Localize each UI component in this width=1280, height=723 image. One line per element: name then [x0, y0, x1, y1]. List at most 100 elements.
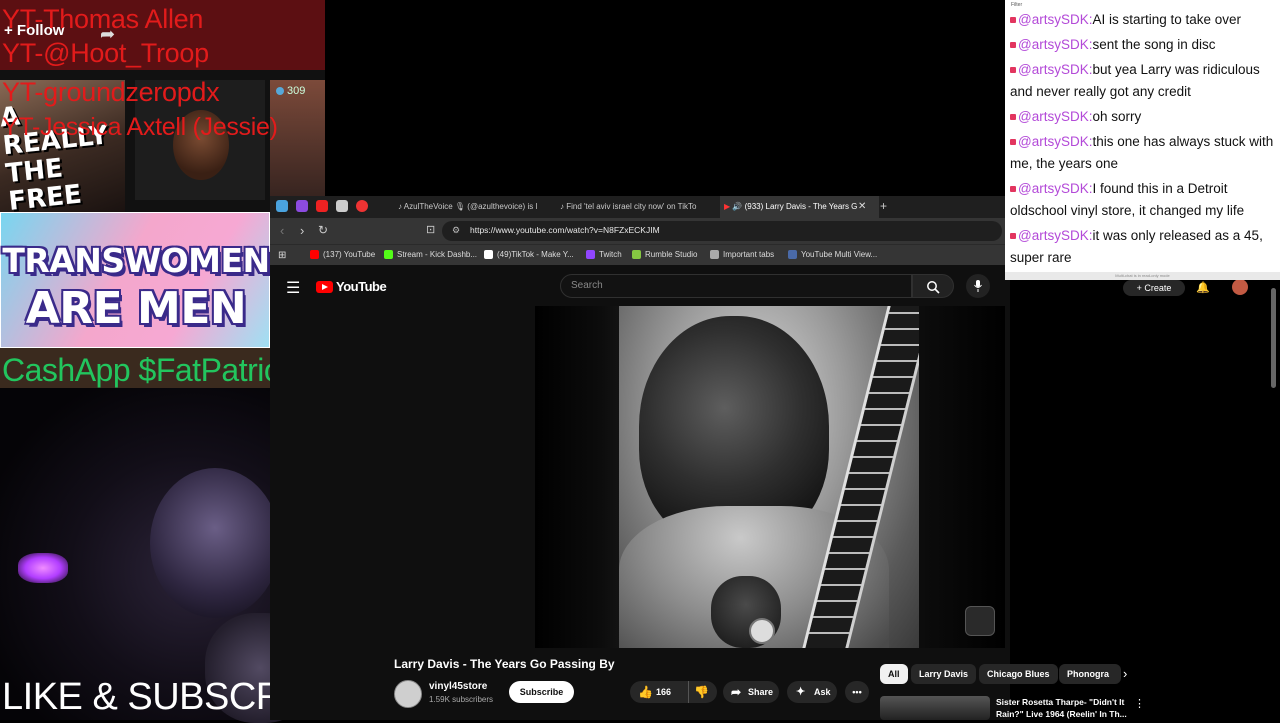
chat-username: @artsySDK:: [1018, 228, 1093, 243]
logo-text: YouTube: [336, 279, 387, 294]
bookmark-kick[interactable]: Stream - Kick Dashb...: [384, 250, 477, 259]
bookmark-label: YouTube Multi View...: [801, 250, 878, 259]
address-bar[interactable]: ⚙ https://www.youtube.com/watch?v=N8FZxE…: [442, 221, 1002, 241]
dislike-icon[interactable]: 👎: [694, 681, 709, 703]
new-tab-icon[interactable]: +: [880, 199, 887, 213]
video-title: Larry Davis - The Years Go Passing By: [394, 657, 615, 671]
youtube-badge-icon: [1010, 114, 1016, 120]
youtube-icon: ▶: [724, 202, 731, 211]
reload-icon[interactable]: ↻: [318, 223, 328, 237]
bookmark-multiview[interactable]: YouTube Multi View...: [788, 250, 877, 259]
viewer-count: 309: [287, 85, 306, 97]
apps-grid-icon[interactable]: ⊞: [278, 250, 286, 261]
youtube-logo[interactable]: YouTube: [316, 279, 387, 294]
forward-icon[interactable]: ›: [300, 223, 304, 238]
sparkle-icon: ✦: [796, 686, 806, 698]
subscriber-count: 1.59K subscribers: [429, 695, 494, 704]
recommended-title[interactable]: Sister Rosetta Tharpe- "Didn't It Rain?"…: [996, 696, 1136, 720]
url-text[interactable]: https://www.youtube.com/watch?v=N8FZxECK…: [470, 225, 660, 235]
video-thumbnail: [270, 80, 325, 200]
tab-youtube-active[interactable]: ▶ 🔊 (933) Larry Davis - The Years G: [720, 196, 879, 218]
tab-bar: ♪ AzulTheVoice 🎙 (@azulthevoice) is l ♪ …: [270, 196, 1010, 218]
youtube-play-icon: [316, 280, 333, 293]
pinned-tab-icon[interactable]: [296, 200, 308, 212]
chip-phonograph[interactable]: Phonogra: [1059, 664, 1121, 684]
headset-light: [18, 553, 68, 583]
chat-username: @artsySDK:: [1018, 12, 1093, 27]
pinned-tab-icon[interactable]: [276, 200, 288, 212]
more-actions-button[interactable]: •••: [845, 681, 869, 703]
chat-message: @artsySDK:but yea Larry was ridiculous a…: [1010, 59, 1275, 103]
bookmarks-bar: ⊞ (137) YouTube Stream - Kick Dashb... (…: [270, 244, 1010, 265]
ask-label: Ask: [814, 687, 831, 697]
chat-text: AI is starting to take over: [1092, 12, 1242, 27]
chat-overlay: Filter @artsySDK:AI is starting to take …: [1005, 0, 1280, 272]
tab-azulthevoice[interactable]: ♪ AzulTheVoice 🎙 (@azulthevoice) is l: [398, 196, 548, 218]
bookmark-label: Important tabs: [723, 250, 775, 259]
bookmark-label: (137) YouTube: [323, 250, 376, 259]
chat-text: sent the song in disc: [1092, 37, 1216, 52]
search-button[interactable]: [912, 274, 954, 298]
chevron-right-icon[interactable]: ›: [1123, 666, 1127, 681]
close-tab-icon[interactable]: ✕: [858, 201, 866, 212]
create-button[interactable]: + Create: [1123, 280, 1185, 296]
youtube-badge-icon: [1010, 233, 1016, 239]
tiktok-icon: [484, 250, 493, 259]
channel-watermark-icon[interactable]: [965, 606, 995, 636]
site-info-icon[interactable]: ⚙: [452, 225, 460, 236]
bookmark-folder[interactable]: Important tabs: [710, 250, 774, 259]
channel-name[interactable]: vinyl45store: [429, 681, 487, 692]
recommended-thumbnail[interactable]: [880, 696, 990, 720]
youtube-badge-icon: [1010, 139, 1016, 145]
youtube-header: ☰ YouTube Search: [270, 272, 1010, 302]
back-icon[interactable]: ‹: [280, 223, 284, 238]
supporter-name: YT-groundzeropdx: [2, 77, 220, 107]
page-scrollbar[interactable]: [1271, 288, 1276, 388]
supporter-name: YT-Jessica Axtell (Jessie): [2, 113, 278, 141]
chat-username: @artsySDK:: [1018, 109, 1093, 124]
banner-line-2: ARE MEN: [25, 283, 247, 334]
viewer-count-badge: 309: [276, 85, 305, 97]
folder-icon: [710, 250, 719, 259]
chat-username: @artsySDK:: [1018, 62, 1093, 77]
search-input[interactable]: Search: [560, 274, 912, 298]
notifications-icon[interactable]: 🔔: [1196, 281, 1210, 294]
browser-window: ♪ AzulTheVoice 🎙 (@azulthevoice) is l ♪ …: [270, 196, 1010, 720]
like-count: 166: [656, 687, 672, 697]
channel-avatar[interactable]: [394, 680, 422, 708]
twitch-icon: [586, 250, 595, 259]
ask-button[interactable]: ✦ Ask: [787, 681, 837, 703]
subscribe-button[interactable]: Subscribe: [509, 681, 574, 703]
bookmark-twitch[interactable]: Twitch: [586, 250, 622, 259]
more-vert-icon[interactable]: ⋮: [1134, 697, 1145, 710]
menu-icon[interactable]: ☰: [286, 278, 300, 298]
bookmark-label: Rumble Studio: [645, 250, 698, 259]
chat-username: @artsySDK:: [1018, 181, 1093, 196]
divider: [688, 681, 689, 703]
chat-footer-note: Multi-chat is in read-only mode: [1115, 273, 1170, 278]
bookmark-icon[interactable]: ⊡: [426, 223, 435, 236]
voice-search-button[interactable]: [966, 274, 990, 298]
chat-message: @artsySDK:I found this in a Detroit olds…: [1010, 178, 1275, 222]
video-frame: [619, 306, 919, 648]
video-player[interactable]: [535, 306, 1005, 648]
tab-tiktok-search[interactable]: ♪ Find 'tel aviv israel city now' on Tik…: [560, 196, 710, 218]
share-button[interactable]: ➦ Share: [723, 681, 779, 703]
ring: [749, 618, 775, 644]
microphone-icon: [974, 280, 982, 292]
chip-larry-davis[interactable]: Larry Davis: [911, 664, 977, 684]
speaker-icon: 🔊: [732, 202, 743, 211]
chip-chicago-blues[interactable]: Chicago Blues: [979, 664, 1058, 684]
bookmark-rumble[interactable]: Rumble Studio: [632, 250, 697, 259]
pinned-tab-icon[interactable]: [316, 200, 328, 212]
chip-all[interactable]: All: [880, 664, 908, 684]
youtube-icon: [310, 250, 319, 259]
pinned-tab-icon[interactable]: [336, 200, 348, 212]
like-icon[interactable]: 👍: [638, 681, 653, 703]
bookmark-youtube[interactable]: (137) YouTube: [310, 250, 375, 259]
streamer-head: [150, 468, 280, 618]
chat-filter[interactable]: Filter: [1011, 2, 1022, 8]
account-avatar[interactable]: [1232, 279, 1248, 295]
bookmark-tiktok[interactable]: (49)TikTok - Make Y...: [484, 250, 574, 259]
pinned-tab-icon[interactable]: [356, 200, 368, 212]
